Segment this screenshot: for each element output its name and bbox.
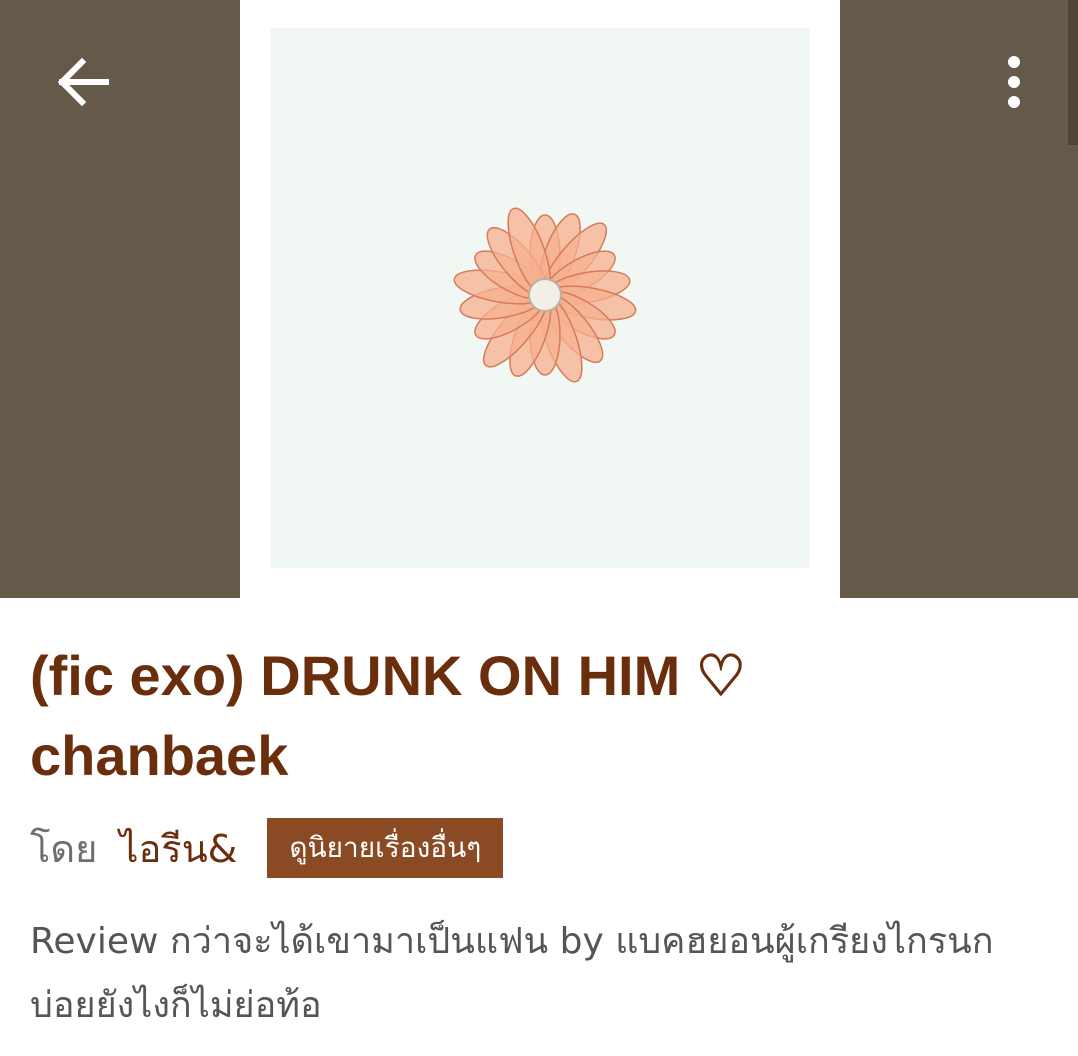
story-synopsis: Review กว่าจะได้เขามาเป็นแฟน by แบคฮยอนผ…	[30, 921, 994, 1026]
flower-illustration	[453, 207, 637, 383]
more-vertical-icon	[1008, 56, 1020, 108]
byline: โดย ไอรีน& ดูนิยายเรื่องอื่นๆ	[30, 818, 504, 879]
scrollbar-thumb[interactable]	[1068, 0, 1078, 145]
arrow-left-icon	[57, 57, 109, 107]
more-stories-button[interactable]: ดูนิยายเรื่องอื่นๆ	[267, 818, 504, 878]
back-button[interactable]	[52, 52, 116, 112]
more-options-button[interactable]	[990, 52, 1038, 112]
cover-header	[0, 0, 1078, 598]
flower-center	[528, 278, 562, 312]
story-title: (fic exo) DRUNK ON HIM ♡ chanbaek	[30, 644, 746, 787]
cover-image	[270, 28, 810, 568]
by-label: โดย	[30, 826, 98, 871]
cover-frame	[240, 0, 840, 598]
author-link[interactable]: ไอรีน&	[119, 818, 237, 879]
